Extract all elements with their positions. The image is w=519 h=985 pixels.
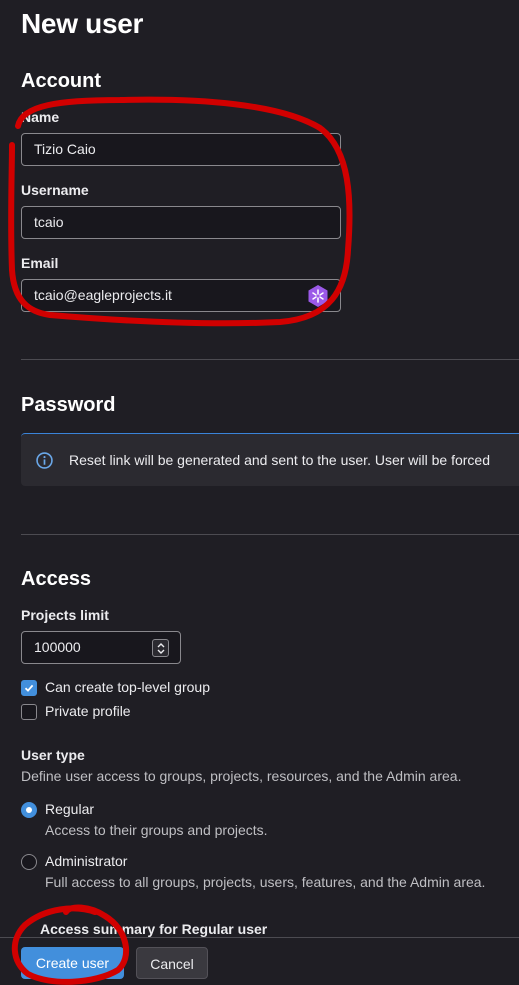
regular-help: Access to their groups and projects. — [45, 822, 268, 838]
private-profile-checkbox[interactable] — [21, 704, 37, 720]
can-create-group-checkbox[interactable] — [21, 680, 37, 696]
create-user-button[interactable]: Create user — [21, 947, 124, 979]
new-user-page: New user Account Name Tizio Caio Usernam… — [0, 0, 519, 985]
page-title: New user — [21, 8, 144, 39]
extension-icon[interactable] — [306, 284, 330, 308]
info-icon — [36, 452, 53, 469]
projects-limit-label: Projects limit — [21, 607, 109, 623]
access-section-title: Access — [21, 568, 92, 590]
username-label: Username — [21, 182, 89, 198]
username-input[interactable]: tcaio — [21, 206, 341, 239]
administrator-radio[interactable] — [21, 854, 37, 870]
username-input-value: tcaio — [34, 214, 64, 230]
name-label: Name — [21, 109, 60, 125]
password-reset-alert: Reset link will be generated and sent to… — [21, 433, 519, 486]
number-spinner[interactable] — [152, 639, 169, 657]
regular-label[interactable]: Regular — [45, 801, 94, 817]
projects-limit-value: 100000 — [34, 639, 81, 655]
chevron-up-down-icon — [157, 643, 165, 654]
check-icon — [24, 684, 34, 692]
user-type-description: Define user access to groups, projects, … — [21, 768, 462, 784]
email-input-value: tcaio@eagleprojects.it — [34, 287, 172, 303]
administrator-label[interactable]: Administrator — [45, 853, 127, 869]
access-summary-title[interactable]: Access summary for Regular user — [40, 921, 267, 937]
email-input[interactable]: tcaio@eagleprojects.it — [21, 279, 341, 312]
regular-radio[interactable] — [21, 802, 37, 818]
administrator-help: Full access to all groups, projects, use… — [45, 874, 486, 890]
section-divider — [21, 534, 519, 535]
can-create-group-label: Can create top-level group — [45, 679, 210, 695]
account-section-title: Account — [21, 70, 101, 92]
section-divider — [21, 359, 519, 360]
email-label: Email — [21, 255, 59, 271]
form-footer: Create user Cancel — [0, 937, 519, 985]
password-section-title: Password — [21, 394, 116, 416]
alert-text: Reset link will be generated and sent to… — [69, 452, 491, 468]
cancel-button[interactable]: Cancel — [136, 947, 208, 979]
user-type-label: User type — [21, 747, 85, 763]
name-input[interactable]: Tizio Caio — [21, 133, 341, 166]
private-profile-label: Private profile — [45, 703, 131, 719]
projects-limit-input[interactable]: 100000 — [21, 631, 181, 664]
name-input-value: Tizio Caio — [34, 141, 96, 157]
